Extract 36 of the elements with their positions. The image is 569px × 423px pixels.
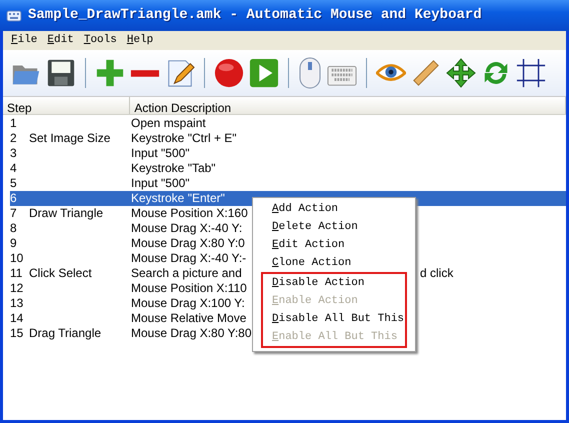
step-number: 5 <box>10 176 18 191</box>
step-number: 11 <box>10 266 24 281</box>
step-name: Click Select <box>29 266 92 281</box>
window-title: Sample_DrawTriangle.amk - Automatic Mouse and Keyboard <box>28 6 482 25</box>
action-description: Mouse Drag X:80 Y:0 <box>131 236 245 251</box>
action-description: Mouse Drag X:80 Y:80 <box>131 326 252 341</box>
step-number: 3 <box>10 146 18 161</box>
action-description: Open mspaint <box>131 116 206 131</box>
step-number: 13 <box>10 296 24 311</box>
step-number: 12 <box>10 281 24 296</box>
step-number: 10 <box>10 251 24 266</box>
action-description: Keystroke "Tab" <box>131 161 216 176</box>
action-description: Search a picture and <box>131 266 242 281</box>
step-number: 9 <box>10 236 18 251</box>
action-description: Input "500" <box>131 146 190 161</box>
step-name: Set Image Size <box>29 131 110 146</box>
step-number: 1 <box>10 116 18 131</box>
action-description: Mouse Drag X:-40 Y:- <box>131 251 246 266</box>
action-description: Mouse Position X:160 <box>131 206 248 221</box>
action-description: Keystroke "Enter" <box>131 191 225 206</box>
step-number: 8 <box>10 221 18 236</box>
step-number: 2 <box>10 131 18 146</box>
step-number: 6 <box>10 191 18 206</box>
step-number: 7 <box>10 206 18 221</box>
action-description: Mouse Position X:110 <box>131 281 247 296</box>
action-description: Keystroke "Ctrl + E" <box>131 131 237 146</box>
step-number: 4 <box>10 161 18 176</box>
step-number: 14 <box>10 311 24 326</box>
step-name: Drag Triangle <box>29 326 102 341</box>
action-description: Mouse Drag X:100 Y: <box>131 296 245 311</box>
action-description: Mouse Drag X:-40 Y: <box>131 221 242 236</box>
action-description: Input "500" <box>131 176 190 191</box>
action-description: Mouse Relative Move <box>131 311 246 326</box>
step-name: Draw Triangle <box>29 206 104 221</box>
action-description: d click <box>420 266 454 281</box>
step-number: 15 <box>10 326 24 341</box>
